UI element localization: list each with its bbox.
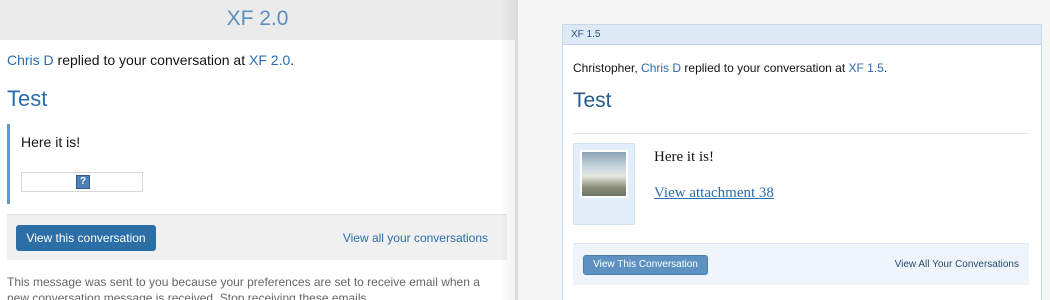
email-footer-note: This message was sent to you because you…: [7, 275, 480, 300]
intro-end: .: [883, 61, 888, 75]
email-header: XF 1.5: [563, 25, 1041, 45]
intro-line: Christopher, Chris D replied to your con…: [573, 61, 887, 75]
view-all-conversations-link[interactable]: View all your conversations: [343, 231, 488, 245]
divider: [573, 133, 1029, 134]
intro-text: replied to your conversation at: [53, 52, 250, 68]
attachment-image-placeholder[interactable]: ?: [21, 172, 143, 192]
avatar[interactable]: [580, 150, 628, 198]
message-quote: Here it is! ?: [7, 124, 507, 204]
user-link[interactable]: Chris D: [641, 61, 681, 75]
conversation-title[interactable]: Test: [573, 89, 612, 113]
action-bar: View This Conversation View All Your Con…: [573, 243, 1029, 285]
message-text: Here it is!: [21, 134, 81, 150]
xf15-email-panel: XF 1.5 Christopher, Chris D replied to y…: [518, 0, 1050, 300]
action-bar: View this conversation View all your con…: [7, 214, 507, 260]
panel-divider-shadow: [500, 0, 518, 300]
broken-image-icon: ?: [76, 175, 90, 189]
view-conversation-button[interactable]: View this conversation: [16, 225, 156, 251]
view-attachment-link[interactable]: View attachment 38: [654, 185, 774, 202]
view-conversation-button[interactable]: View This Conversation: [583, 255, 708, 275]
avatar-container: [573, 143, 635, 225]
xf20-email-panel: XF 2.0 Chris D replied to your conversat…: [0, 0, 515, 300]
site-link[interactable]: XF 1.5: [849, 61, 884, 75]
email-header: XF 2.0: [0, 0, 515, 40]
email-frame: XF 1.5 Christopher, Chris D replied to y…: [562, 24, 1042, 300]
site-link[interactable]: XF 2.0: [249, 52, 290, 68]
intro-prefix: Christopher,: [573, 61, 642, 75]
message-text: Here it is!: [654, 149, 714, 165]
conversation-title[interactable]: Test: [7, 86, 47, 112]
intro-end: .: [290, 52, 295, 68]
header-title: XF 2.0: [226, 7, 289, 30]
user-link[interactable]: Chris D: [7, 52, 54, 68]
intro-line: Chris D replied to your conversation at …: [7, 52, 294, 68]
intro-text: replied to your conversation at: [681, 61, 849, 75]
view-all-conversations-link[interactable]: View All Your Conversations: [895, 259, 1019, 270]
